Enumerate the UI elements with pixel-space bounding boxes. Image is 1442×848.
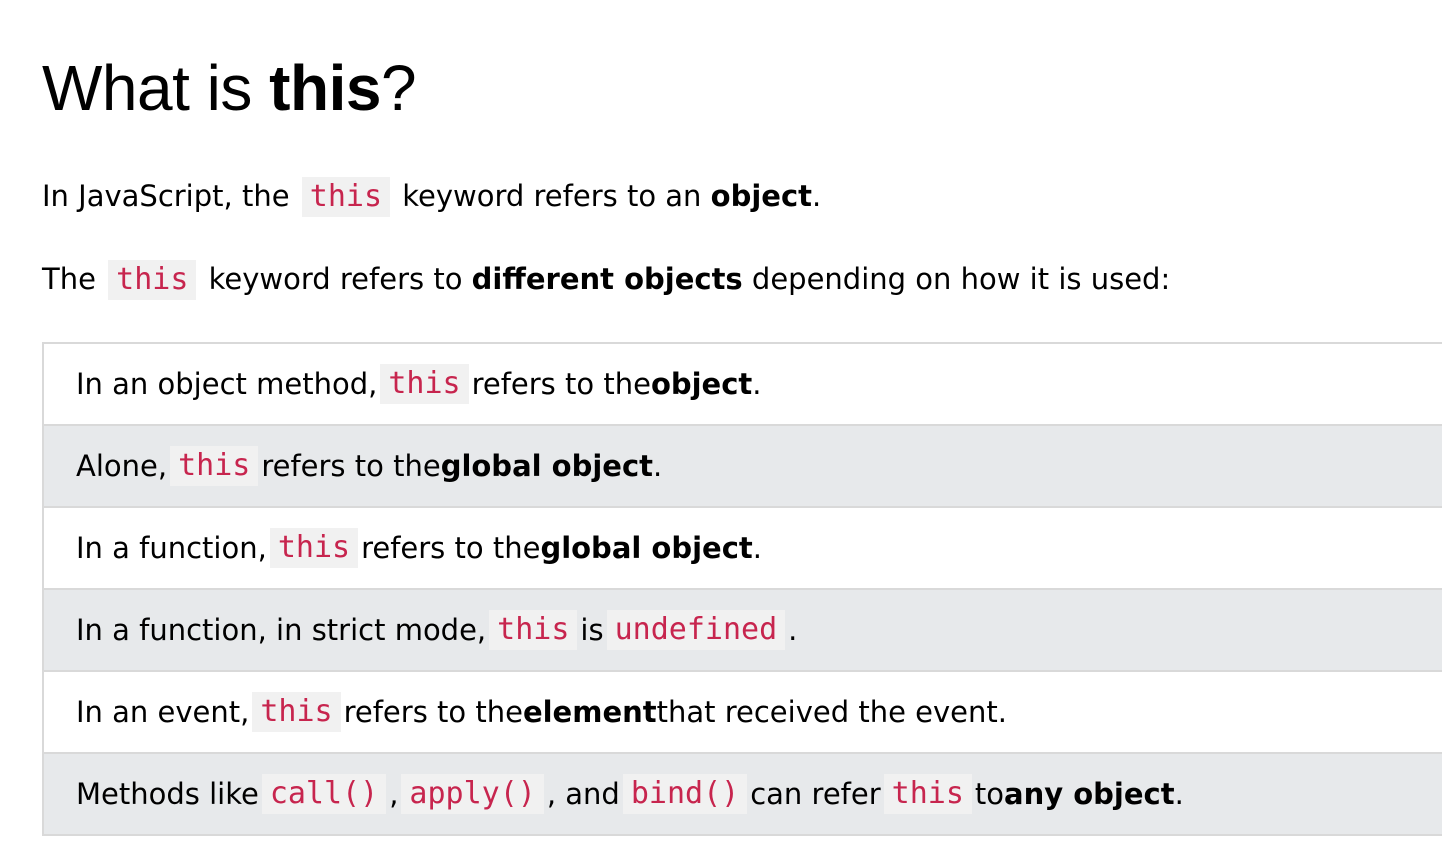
- inline-code: apply(): [401, 774, 544, 814]
- inline-code: this: [301, 177, 391, 217]
- inline-code: this: [170, 446, 259, 486]
- table-row: In a function, this refers to the global…: [44, 508, 1442, 590]
- table-row: In an object method, this refers to the …: [44, 344, 1442, 426]
- intro-paragraph: In JavaScript, the this keyword refers t…: [42, 176, 821, 217]
- inline-code: this: [489, 610, 578, 650]
- title-keyword: this: [269, 52, 381, 124]
- inline-code: this: [380, 364, 469, 404]
- table-row: In a function, in strict mode, this is u…: [44, 590, 1442, 672]
- page-title: What is this?: [42, 52, 417, 124]
- table-row: Alone, this refers to the global object.: [44, 426, 1442, 508]
- table-row: Methods like call(), apply(), and bind()…: [44, 754, 1442, 836]
- inline-code: this: [269, 528, 359, 568]
- page: What is this? In JavaScript, the this ke…: [0, 0, 1442, 848]
- inline-code: this: [883, 774, 972, 814]
- inline-code: undefined: [606, 610, 786, 650]
- inline-code: bind(): [622, 774, 748, 814]
- inline-code: call(): [261, 774, 387, 814]
- usage-paragraph: The this keyword refers to different obj…: [42, 259, 1170, 300]
- table-row: In an event, this refers to the element …: [44, 672, 1442, 754]
- inline-code: this: [108, 260, 197, 300]
- usage-table: In an object method, this refers to the …: [42, 342, 1442, 836]
- inline-code: this: [252, 692, 341, 732]
